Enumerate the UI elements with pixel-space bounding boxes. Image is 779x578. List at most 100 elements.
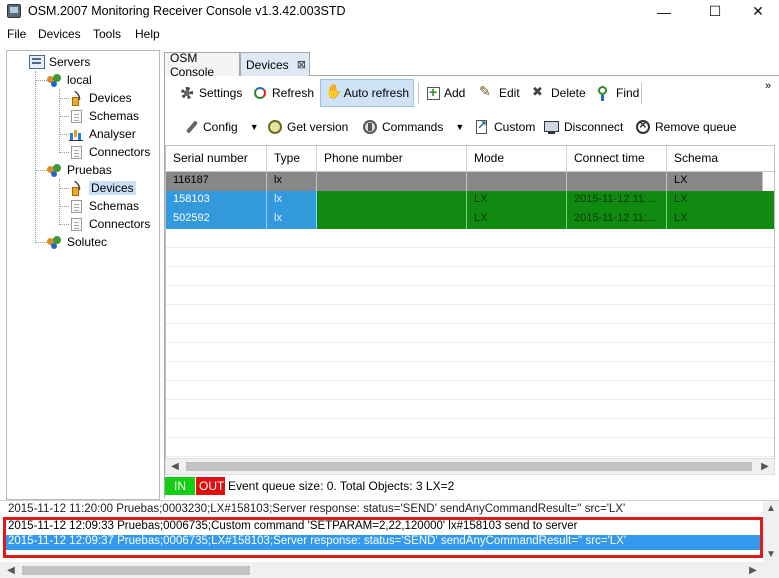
find-label: Find — [616, 86, 640, 100]
scroll-left-icon[interactable]: ◀ — [166, 459, 184, 474]
window-title: OSM.2007 Monitoring Receiver Console v1.… — [28, 4, 346, 18]
add-button[interactable]: Add — [423, 79, 469, 107]
menu-help[interactable]: Help — [135, 27, 160, 41]
tree-item-local[interactable]: local — [47, 71, 92, 89]
cell-serial: 158103 — [166, 191, 267, 210]
analyser-icon — [69, 127, 85, 141]
auto-refresh-toggle[interactable]: Auto refresh — [320, 79, 414, 107]
cell-mode: LX — [467, 191, 567, 210]
toolbar-overflow-button[interactable]: » — [761, 72, 775, 100]
tree-item-local-connectors[interactable]: Connectors — [69, 143, 150, 161]
status-bar: IN OUT Event queue size: 0. Total Object… — [165, 477, 775, 495]
table-horizontal-scrollbar[interactable]: ◀ ▶ — [165, 458, 775, 475]
status-text: Event queue size: 0. Total Objects: 3 LX… — [228, 479, 455, 493]
settings-button[interactable]: Settings — [175, 79, 246, 107]
refresh-icon — [252, 85, 268, 101]
menu-devices[interactable]: Devices — [38, 27, 81, 41]
tree-item-local-analyser[interactable]: Analyser — [69, 125, 136, 143]
menu-bar: File Devices Tools Help — [0, 25, 779, 45]
column-header-connect-time[interactable]: Connect time — [567, 146, 667, 172]
tree-item-label: Connectors — [89, 145, 151, 159]
get-version-button[interactable]: Get version — [263, 113, 352, 141]
add-label: Add — [444, 86, 466, 100]
commands-dropdown-icon[interactable]: ▼ — [455, 122, 464, 132]
config-label: Config — [203, 120, 238, 134]
cell-mode — [467, 172, 567, 191]
find-icon — [596, 85, 612, 101]
log-horizontal-scrollbar[interactable]: ◀ ▶ — [0, 562, 779, 578]
menu-file[interactable]: File — [7, 27, 26, 41]
tree-item-local-devices[interactable]: Devices — [69, 89, 132, 107]
empty-row — [166, 400, 774, 419]
custom-button[interactable]: Custom — [470, 113, 539, 141]
minimize-button[interactable]: — — [641, 0, 687, 23]
tree-item-pruebas-devices[interactable]: Devices — [69, 179, 136, 197]
server-node-icon — [47, 163, 63, 177]
log-line[interactable]: 2015-11-12 11:20:00 Pruebas;0003230;LX#1… — [8, 503, 625, 518]
delete-button[interactable]: Delete — [527, 79, 590, 107]
get-version-label: Get version — [287, 120, 349, 134]
delete-icon — [531, 84, 547, 101]
log-vertical-scrollbar[interactable]: ▲ ▼ — [763, 501, 779, 563]
cell-mode: LX — [467, 210, 567, 229]
empty-row — [166, 381, 774, 400]
scrollbar-thumb[interactable] — [22, 566, 250, 575]
server-tree: Servers local Devices Schemas Analyser C… — [6, 50, 160, 500]
scroll-right-icon[interactable]: ▶ — [756, 459, 774, 474]
column-header-mode[interactable]: Mode — [467, 146, 567, 172]
tree-item-local-schemas[interactable]: Schemas — [69, 107, 139, 125]
scroll-right-icon[interactable]: ▶ — [744, 563, 762, 578]
cell-phone — [317, 172, 467, 191]
empty-row — [166, 305, 774, 324]
empty-row — [166, 419, 774, 438]
tree-item-label: Schemas — [89, 199, 140, 213]
remove-queue-button[interactable]: Remove queue — [631, 113, 740, 141]
tree-item-servers[interactable]: Servers — [29, 53, 90, 71]
config-button[interactable]: Config ▼ — [179, 113, 263, 141]
gear-icon — [179, 85, 195, 101]
disconnect-button[interactable]: Disconnect — [540, 113, 627, 141]
title-bar: OSM.2007 Monitoring Receiver Console v1.… — [0, 0, 779, 23]
table-row[interactable]: 502592 lx LX 2015-11-12 11:... LX — [166, 210, 774, 229]
scroll-up-icon[interactable]: ▲ — [762, 501, 779, 515]
tree-item-label: Schemas — [89, 109, 140, 123]
server-node-icon — [47, 73, 63, 87]
table-row[interactable]: 158103 lx LX 2015-11-12 11:... LX — [166, 191, 774, 210]
column-header-schema[interactable]: Schema — [667, 146, 774, 172]
auto-refresh-label: Auto refresh — [343, 86, 409, 100]
version-icon — [267, 119, 283, 135]
tab-devices[interactable]: Devices ⊠ — [240, 52, 310, 76]
cell-serial: 116187 — [166, 172, 267, 191]
column-header-serial[interactable]: Serial number — [166, 146, 267, 172]
scrollbar-thumb[interactable] — [186, 462, 752, 471]
scroll-left-icon[interactable]: ◀ — [2, 563, 20, 578]
column-header-type[interactable]: Type — [267, 146, 317, 172]
scroll-down-icon[interactable]: ▼ — [762, 547, 779, 561]
refresh-button[interactable]: Refresh — [248, 79, 318, 107]
find-button[interactable]: Find — [592, 79, 643, 107]
tree-item-label: Devices — [89, 91, 132, 105]
column-header-phone[interactable]: Phone number — [317, 146, 467, 172]
config-dropdown-icon[interactable]: ▼ — [250, 122, 259, 132]
maximize-button[interactable]: ☐ — [692, 0, 738, 23]
tab-close-icon[interactable]: ⊠ — [297, 58, 306, 71]
commands-button[interactable]: Commands ▼ — [358, 113, 468, 141]
remove-queue-label: Remove queue — [655, 120, 737, 134]
cell-type: lx — [267, 191, 317, 210]
cell-connect-time: 2015-11-12 11:... — [567, 191, 667, 210]
tree-item-pruebas-connectors[interactable]: Connectors — [69, 215, 150, 233]
tree-item-solutec[interactable]: Solutec — [47, 233, 107, 251]
commands-label: Commands — [382, 120, 444, 134]
tree-item-pruebas[interactable]: Pruebas — [47, 161, 112, 179]
connector-icon — [71, 217, 82, 231]
tree-item-label: Servers — [49, 55, 91, 69]
close-button[interactable]: ✕ — [735, 0, 779, 23]
edit-button[interactable]: Edit — [475, 79, 524, 107]
table-row[interactable]: 116187 lx LX — [166, 172, 774, 191]
menu-tools[interactable]: Tools — [93, 27, 121, 41]
schema-icon — [71, 199, 82, 213]
empty-row — [166, 438, 774, 457]
tree-item-pruebas-schemas[interactable]: Schemas — [69, 197, 139, 215]
tab-osm-console[interactable]: OSM Console — [164, 51, 240, 79]
tree-item-label: local — [67, 73, 92, 87]
